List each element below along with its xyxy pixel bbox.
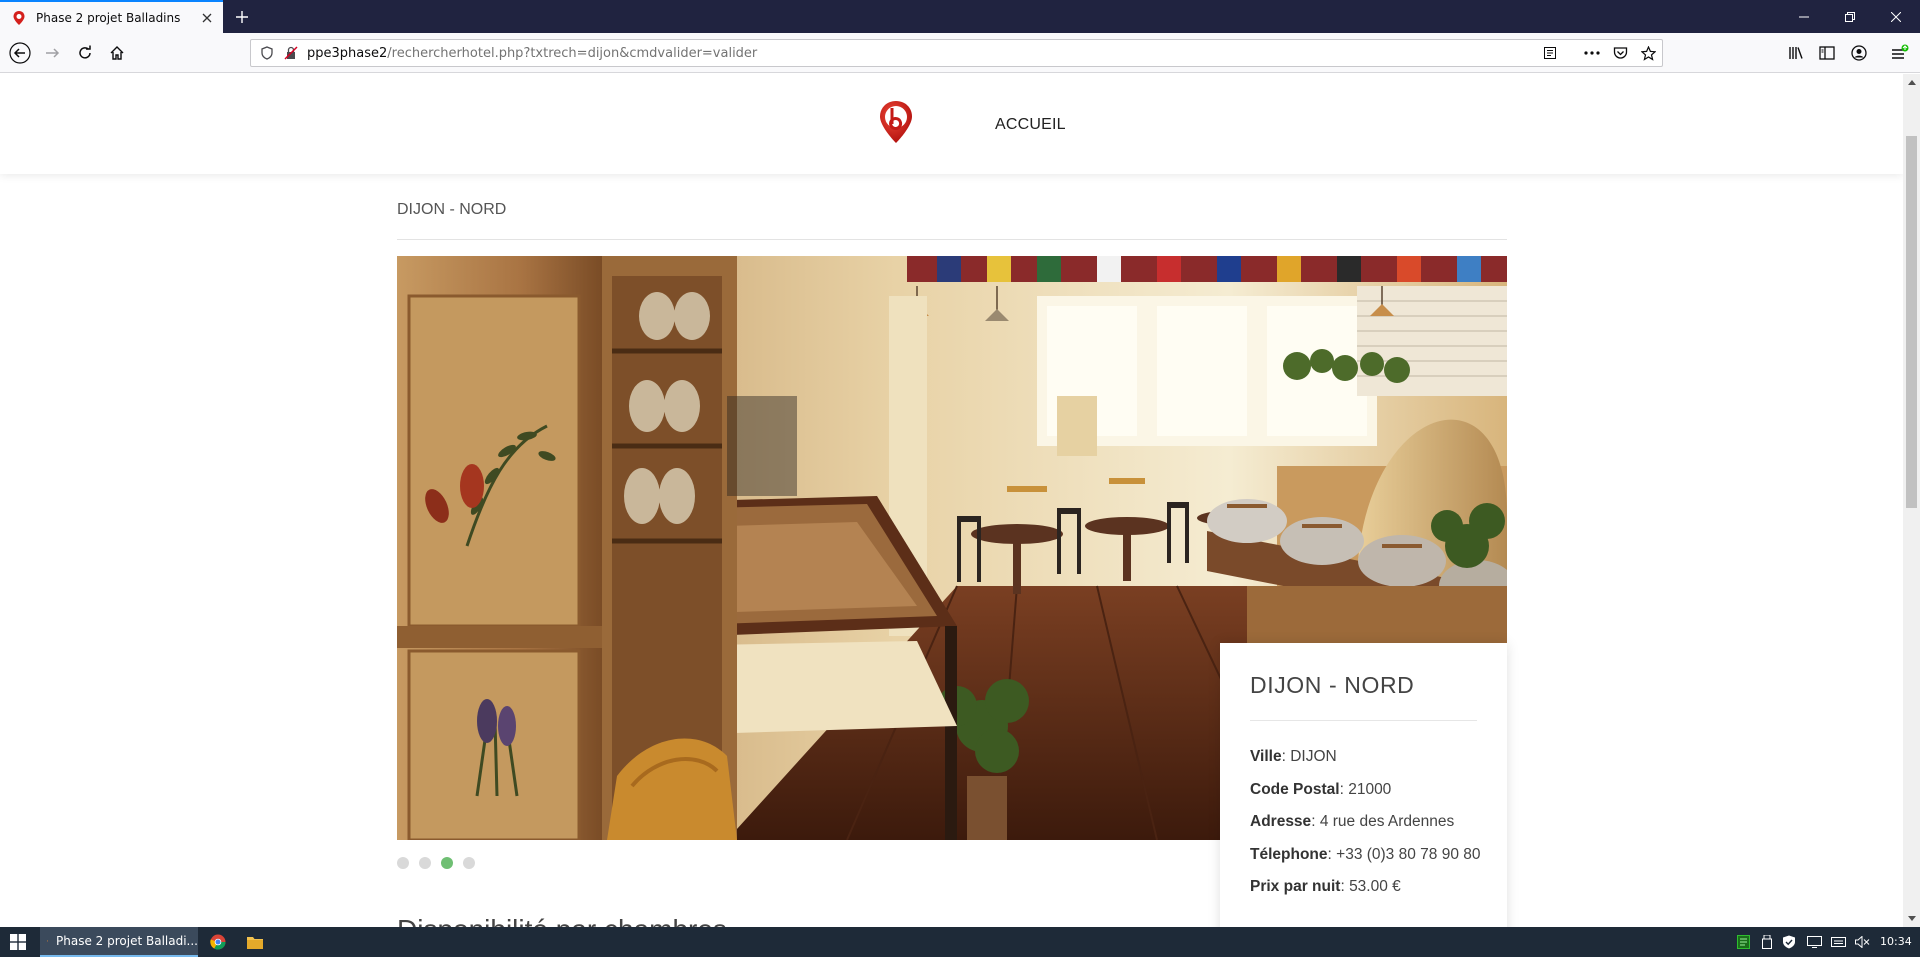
tray-green-app-icon[interactable] (1736, 927, 1750, 957)
taskbar-firefox-label: Phase 2 projet Balladi... (56, 934, 198, 948)
insecure-connection-icon[interactable] (283, 45, 299, 61)
info-label: Prix par nuit (1250, 878, 1341, 895)
hotel-info-card: DIJON - NORD Ville: DIJON Code Postal: 2… (1220, 643, 1507, 927)
availability-heading: Disponibilité par chambres (397, 914, 727, 927)
tray-display-icon[interactable] (1806, 927, 1822, 957)
taskbar-firefox-window[interactable]: Phase 2 projet Balladi... (40, 927, 198, 957)
info-row-prix: Prix par nuit: 53.00 € (1250, 878, 1401, 895)
reload-button[interactable] (69, 37, 101, 69)
info-value: 4 rue des Ardennes (1319, 813, 1455, 830)
tracking-shield-icon[interactable] (259, 45, 275, 61)
info-row-code-postal: Code Postal: 21000 (1250, 780, 1392, 798)
scroll-up-icon[interactable] (1903, 74, 1920, 91)
slider-dot-3[interactable] (441, 857, 453, 869)
url-text[interactable]: ppe3phase2/rechercherhotel.php?txtrech=d… (307, 46, 1536, 61)
back-button[interactable] (4, 37, 36, 69)
info-row-adresse: Adresse: 4 rue des Ardennes (1250, 813, 1455, 830)
tray-volume-muted-icon[interactable] (1854, 927, 1870, 957)
url-host: ppe3phase2 (307, 45, 388, 61)
new-tab-icon[interactable] (229, 4, 255, 30)
tab-title: Phase 2 projet Balladins (36, 10, 181, 25)
page-viewport: ACCUEIL DIJON - NORD DIJON - NORD Ville:… (0, 74, 1903, 927)
info-row-ville: Ville: DIJON (1250, 748, 1337, 765)
info-label: Code Postal (1250, 780, 1340, 798)
info-card-title: DIJON - NORD (1250, 672, 1415, 698)
scroll-down-icon[interactable] (1903, 910, 1920, 927)
heading-divider (397, 239, 1507, 240)
browser-nav-toolbar: ppe3phase2/rechercherhotel.php?txtrech=d… (0, 33, 1920, 73)
browser-tab-bar: Phase 2 projet Balladins (0, 0, 1920, 33)
info-label: Télephone (1250, 845, 1328, 863)
bookmark-star-icon[interactable] (1634, 40, 1662, 66)
windows-start-icon[interactable] (0, 927, 36, 957)
info-value: 21000 (1348, 780, 1392, 798)
chrome-icon[interactable] (208, 932, 228, 952)
slider-dot-2[interactable] (419, 857, 431, 869)
library-icon[interactable] (1780, 37, 1812, 69)
info-label: Ville (1250, 748, 1282, 765)
tray-security-shield-icon[interactable] (1781, 927, 1797, 957)
file-explorer-icon[interactable] (245, 932, 265, 952)
slider-dot-4[interactable] (463, 857, 475, 869)
page-scrollbar[interactable] (1903, 74, 1920, 927)
balladins-favicon-icon (13, 10, 25, 25)
reader-view-icon[interactable] (1536, 40, 1564, 66)
slider-dots (397, 857, 475, 869)
url-path: /rechercherhotel.php?txtrech=dijon&cmdva… (387, 45, 758, 61)
info-value: DIJON (1290, 748, 1337, 765)
balladins-logo-icon[interactable] (879, 100, 913, 144)
restore-icon[interactable] (1827, 0, 1873, 33)
firefox-icon (47, 940, 48, 942)
pocket-icon[interactable] (1606, 40, 1634, 66)
sidebar-icon[interactable] (1811, 37, 1843, 69)
taskbar-clock: 10:34 (1880, 935, 1912, 948)
site-header: ACCUEIL (0, 74, 1903, 174)
scrollbar-thumb[interactable] (1906, 136, 1917, 508)
minimize-icon[interactable] (1781, 0, 1827, 33)
tray-network-icon[interactable] (1830, 927, 1846, 957)
nav-accueil-link[interactable]: ACCUEIL (995, 116, 1066, 134)
windows-taskbar: Phase 2 projet Balladi... 10:34 (0, 927, 1920, 957)
page-actions-icon[interactable] (1578, 40, 1606, 66)
app-menu-icon[interactable] (1884, 37, 1916, 69)
url-bar[interactable]: ppe3phase2/rechercherhotel.php?txtrech=d… (250, 39, 1663, 67)
slider-dot-1[interactable] (397, 857, 409, 869)
info-row-telephone: Télephone: +33 (0)3 80 78 90 80 (1250, 845, 1481, 863)
tab-close-icon[interactable] (193, 4, 221, 32)
info-card-divider (1250, 720, 1477, 721)
home-button[interactable] (101, 37, 133, 69)
info-value: 53.00 € (1349, 878, 1401, 895)
info-value: +33 (0)3 80 78 90 80 (1336, 845, 1481, 863)
info-label: Adresse (1250, 813, 1312, 830)
close-window-icon[interactable] (1873, 0, 1919, 33)
forward-button[interactable] (36, 37, 68, 69)
hotel-heading: DIJON - NORD (397, 201, 507, 218)
tray-usb-icon[interactable] (1760, 927, 1774, 957)
account-icon[interactable] (1843, 37, 1875, 69)
browser-tab-active[interactable]: Phase 2 projet Balladins (0, 0, 223, 33)
